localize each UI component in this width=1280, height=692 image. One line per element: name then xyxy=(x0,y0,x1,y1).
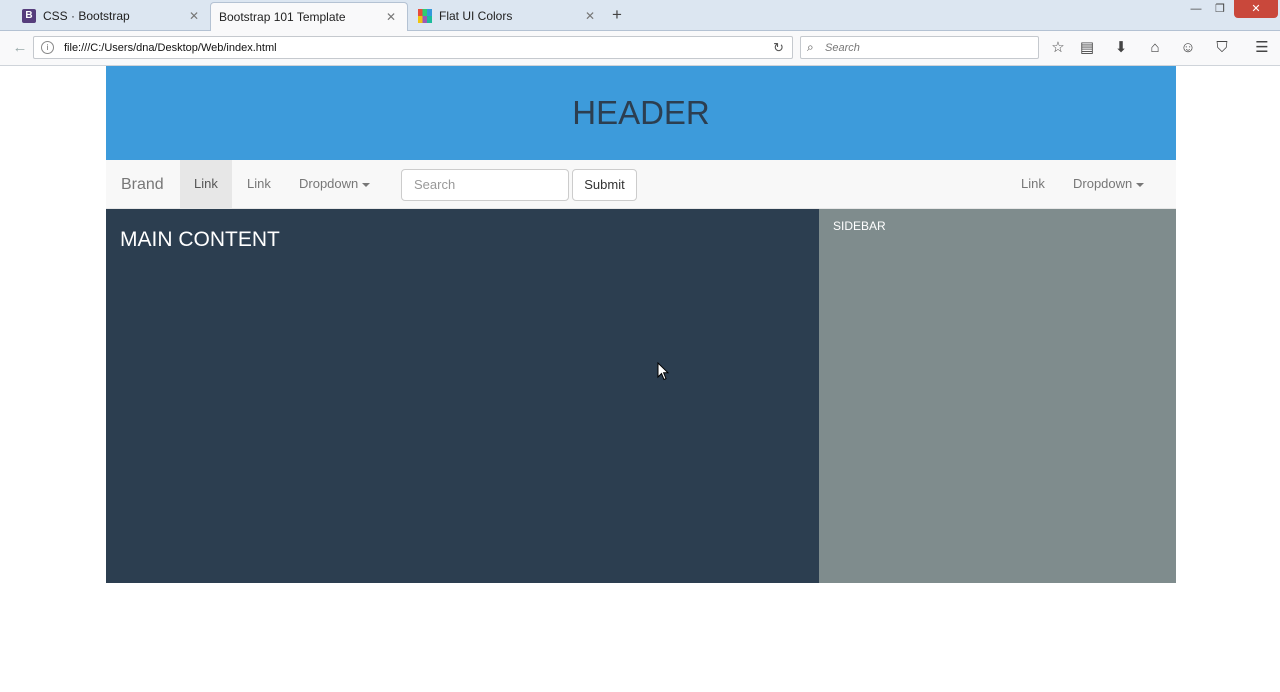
bootstrap-b-icon: B xyxy=(22,9,36,23)
back-arrow-icon[interactable]: ← xyxy=(8,36,32,60)
reading-list-icon[interactable]: ▤ xyxy=(1077,39,1097,57)
download-icon[interactable]: ⬇ xyxy=(1111,39,1131,57)
nav-link-1[interactable]: Link xyxy=(180,160,232,208)
submit-button[interactable]: Submit xyxy=(572,169,637,201)
nav-dropdown-right[interactable]: Dropdown xyxy=(1059,160,1158,208)
tab-title: CSS · Bootstrap xyxy=(43,9,130,23)
address-bar[interactable]: i file:///C:/Users/dna/Desktop/Web/index… xyxy=(33,36,793,59)
nav-dropdown-left[interactable]: Dropdown xyxy=(285,160,384,208)
tab-flat-ui-colors[interactable]: Flat UI Colors ✕ xyxy=(410,2,606,30)
navbar-search-input[interactable]: Search xyxy=(401,169,569,201)
main-content-area: MAIN CONTENT xyxy=(106,209,819,583)
caret-down-icon xyxy=(362,182,371,187)
tab-close-icon[interactable]: ✕ xyxy=(186,9,202,23)
tab-title: Bootstrap 101 Template xyxy=(219,10,346,24)
menu-icon[interactable]: ☰ xyxy=(1252,39,1272,57)
main-content-heading: MAIN CONTENT xyxy=(120,228,280,251)
tab-close-icon[interactable]: ✕ xyxy=(383,10,399,24)
sidebar-heading: SIDEBAR xyxy=(833,219,886,233)
url-text: file:///C:/Users/dna/Desktop/Web/index.h… xyxy=(64,42,277,54)
caret-down-icon xyxy=(1136,182,1145,187)
search-icon: ⌕ xyxy=(807,40,814,54)
tab-close-icon[interactable]: ✕ xyxy=(582,9,598,23)
page-header: HEADER xyxy=(106,66,1176,160)
new-tab-button[interactable]: + xyxy=(612,5,622,25)
nav-link-2[interactable]: Link xyxy=(233,160,285,208)
minimize-icon[interactable]: — xyxy=(1185,2,1207,18)
chat-icon[interactable]: ☺ xyxy=(1178,39,1198,57)
reload-icon[interactable]: ↻ xyxy=(773,40,784,56)
browser-search-input[interactable]: ⌕ Search xyxy=(800,36,1039,59)
browser-toolbar: ← i file:///C:/Users/dna/Desktop/Web/ind… xyxy=(0,31,1280,66)
tab-css-bootstrap[interactable]: B CSS · Bootstrap ✕ xyxy=(14,2,210,30)
info-icon[interactable]: i xyxy=(41,41,54,54)
home-icon[interactable]: ⌂ xyxy=(1145,39,1165,57)
nav-link-right[interactable]: Link xyxy=(1007,160,1059,208)
search-placeholder: Search xyxy=(825,42,860,54)
navbar-brand[interactable]: Brand xyxy=(121,160,164,209)
window-close-icon[interactable]: ✕ xyxy=(1234,0,1278,18)
sidebar-area: SIDEBAR xyxy=(819,209,1176,583)
star-icon[interactable]: ☆ xyxy=(1048,39,1068,57)
flat-ui-grid-icon xyxy=(418,9,432,23)
restore-icon[interactable]: ❐ xyxy=(1209,2,1231,18)
dropdown-label: Dropdown xyxy=(1073,176,1133,191)
site-navbar: Brand Link Link Dropdown Search Submit L… xyxy=(106,160,1176,209)
tab-bootstrap-template[interactable]: Bootstrap 101 Template ✕ xyxy=(210,2,408,31)
tab-title: Flat UI Colors xyxy=(439,9,513,23)
browser-tab-strip: B CSS · Bootstrap ✕ Bootstrap 101 Templa… xyxy=(0,0,1280,31)
pocket-icon[interactable]: ⛉ xyxy=(1212,39,1232,57)
dropdown-label: Dropdown xyxy=(299,176,359,191)
mouse-cursor-icon xyxy=(657,362,669,381)
